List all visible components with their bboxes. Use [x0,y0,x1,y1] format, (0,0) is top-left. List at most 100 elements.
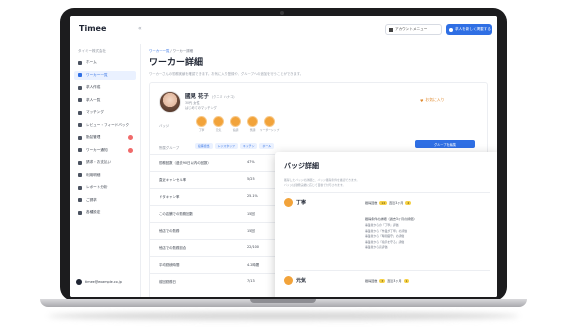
badge-section-stats: 獲得回数 14 直近3ヶ月 4 [365,200,412,205]
badge-item[interactable]: 協調 [229,116,242,132]
badge-section-stats: 獲得回数 3 直近3ヶ月 1 [365,278,410,283]
badge-item[interactable]: 丁寧 [195,116,208,132]
laptop-shadow [48,312,519,320]
account-menu-button[interactable]: アカウントメニュー [385,24,442,35]
stat-key: ドタキャン率 [159,195,180,199]
badge-panel-note-2: バッジは勤務実績に応じて自動で付与されます。 [284,183,346,187]
sidebar-item[interactable]: 求人一覧 [74,96,136,105]
condition-item: 事業者から「指示を守る」評価 [365,239,405,244]
sidebar-item-label: ワーカー一覧 [86,72,108,77]
conditions-title: 獲得条件の詳細（過去3ヶ月の評価） [365,217,417,221]
badge-detail-panel: バッジ詳細 獲得したバッジの詳細と、バッジ獲得条件を確認できます。 バッジは勤務… [275,152,497,297]
stat-key: この店舗での勤務回数 [159,212,193,216]
post-job-button[interactable]: 求人を新しく掲載する [446,24,492,35]
badge-label: リーダーシップ [259,128,280,132]
sidebar-item[interactable]: 各種設定 [74,208,136,217]
favorite-button[interactable]: ♥ お気に入り [420,97,444,103]
group-chip: レジスタッフ [214,143,238,149]
group-label: 所属グループ [159,146,180,150]
sidebar: タイミー株式会社 ホームワーカー一覧 求人作成求人一覧マッチングレビュー・フィード… [70,44,141,297]
group-chip: キッチン [239,143,258,149]
badge-section-2: 元気 獲得回数 3 直近3ヶ月 1 [284,276,494,296]
badge-section-title: 丁寧 [296,200,307,206]
sidebar-item-label: ホーム [86,60,97,64]
nav-icon [78,110,82,115]
sidebar-item[interactable]: 請求・お支払い [74,158,136,167]
nav-icon [78,98,82,102]
sidebar-item[interactable]: 求人作成 [74,83,136,92]
badge-medal-icon [230,116,241,127]
sidebar-item-label: マッチング [86,110,104,114]
sidebar-item-label: 勤怠管理 [86,135,101,139]
sidebar-item-label: レポート分析 [86,185,108,189]
sidebar-item[interactable]: 勤怠管理 [74,133,136,142]
sidebar-item[interactable]: 利用明細 [74,171,136,180]
sidebar-item-label: ワーカー通知 [86,147,108,152]
group-chip: 接客担当 [195,143,213,149]
sidebar-item[interactable]: ワーカー通知 [74,146,136,155]
stat-value: 47% [247,160,255,164]
nav-icon [78,123,82,127]
breadcrumb: ワーカー一覧 / ワーカー詳細 [149,48,193,53]
sidebar-item-label: 求人作成 [86,85,101,89]
badge-section-title: 元気 [296,278,307,284]
stat-key: 前回勤務日 [159,280,176,284]
sidebar-item-label: 求人一覧 [86,97,101,102]
badge-panel-note-1: 獲得したバッジの詳細と、バッジ獲得条件を確認できます。 [284,178,360,182]
condition-item: 事業者からの「丁寧」評価 [365,223,399,227]
badge-label: 協調 [232,128,239,132]
badge-item[interactable]: 笑顔 [246,116,259,132]
worker-name-row: 國見 花子 (クニミ ハナコ) [185,92,235,100]
sidebar-item[interactable]: ワーカー一覧 [74,70,136,80]
account-footer[interactable]: timee@example.co.jp [76,279,122,285]
sidebar-item[interactable]: マッチング [74,108,136,117]
badge-section-1: 丁寧 獲得回数 14 直近3ヶ月 4 獲得条件の詳細（過去3ヶ月の評価） 事業者… [284,198,494,268]
laptop-notch [250,299,316,303]
edit-group-button[interactable]: グループを編集 [415,140,475,148]
stat-value: 7/13 [247,279,255,283]
badge-item[interactable]: リーダーシップ [260,116,279,132]
sidebar-item[interactable]: レビュー・フィードバック [74,121,136,130]
heart-icon: ♥ [420,97,424,103]
badge-item[interactable]: 元気 [212,116,225,132]
sidebar-item[interactable]: ご請求 [74,196,136,205]
sidebar-item-label: 各種設定 [86,210,101,214]
top-bar: Timee « アカウントメニュー 求人を新しく掲載する [70,16,497,45]
nav-icon [78,198,82,202]
stat-value: 25.1% [247,194,258,198]
stat-value: 5/25 [247,177,255,181]
breadcrumb-current: ワーカー詳細 [172,49,193,53]
stat-value: 15回 [247,212,255,216]
badge-medal-icon [247,116,258,127]
stat-value: 14 [379,200,388,205]
nav-icon [78,135,82,140]
badge-label: 丁寧 [198,128,205,132]
badges-label: バッジ [159,124,170,128]
stat-value: 22/100 [247,245,259,249]
stat2-label: 直近3ヶ月 [387,279,402,283]
stat2-label: 直近3ヶ月 [389,201,404,205]
sidebar-item[interactable]: レポート分析 [74,183,136,192]
page-description: ワーカーさんの勤務実績を確認できます。お気に入り登録や、グループへの追加を行うこ… [149,72,303,76]
stat-value: 4.2時間 [247,263,260,267]
badge-label: 笑顔 [249,128,256,132]
sidebar-item-label: 利用明細 [86,172,101,177]
group-chip: ホール [259,143,275,149]
nav-icon [78,60,82,65]
collapse-sidebar-icon[interactable]: « [138,25,142,32]
account-avatar-icon [76,279,82,285]
divider [284,192,490,193]
badge-list: 丁寧 元気 協調 笑顔 リーダーシップ [195,116,279,132]
nav-icon [78,160,82,165]
condition-item: 事業者から「時間厳守」の評価 [365,234,405,238]
camera-dot [280,11,284,15]
app-logo[interactable]: Timee [79,24,106,33]
org-name: タイミー株式会社 [78,49,106,53]
badge-medal-icon [196,116,207,127]
sidebar-item[interactable]: ホーム [74,58,136,67]
condition-item: 事業者から高評価 [365,245,388,249]
stat-key: 他店での勤務割合 [159,246,187,250]
breadcrumb-link[interactable]: ワーカー一覧 [149,49,169,53]
sidebar-item-label: レビュー・フィードバック [86,122,130,127]
condition-item: 事業者から「作業が丁寧」の評価 [365,228,407,233]
